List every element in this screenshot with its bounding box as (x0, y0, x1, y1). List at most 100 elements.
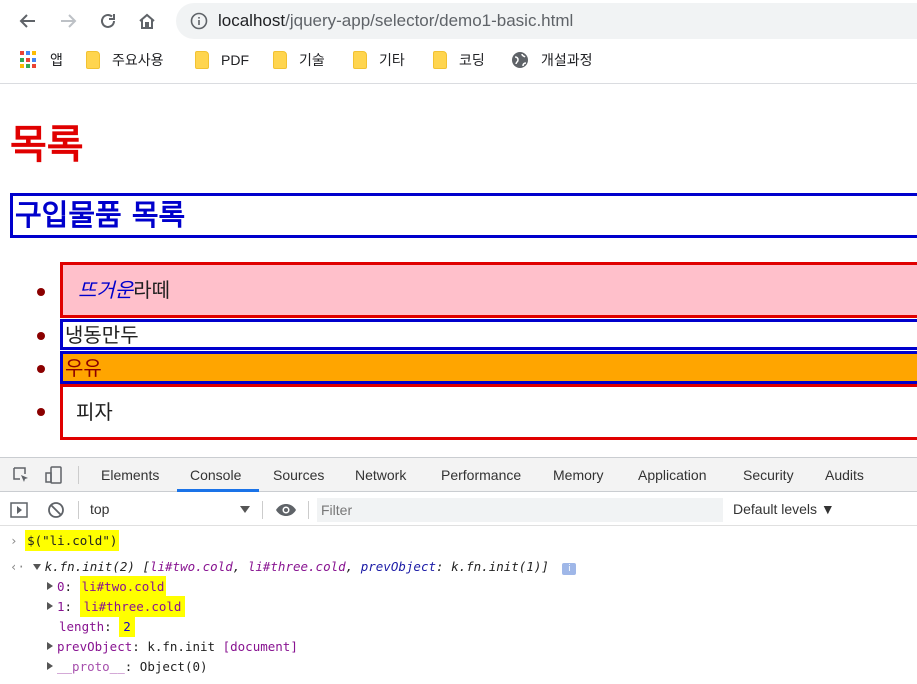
show-sidebar-icon[interactable] (10, 501, 28, 519)
expand-triangle-icon[interactable] (47, 642, 53, 650)
expand-triangle-icon[interactable] (47, 582, 53, 590)
browser-toolbar: localhost/jquery-app/selector/demo1-basi… (0, 0, 917, 42)
devtools-panel: Elements Console Sources Network Perform… (0, 457, 917, 684)
devtools-tabbar: Elements Console Sources Network Perform… (0, 458, 917, 492)
bookmarks-bar: 앱 주요사용 PDF 기술 기타 코딩 개설과정 (0, 44, 917, 76)
context-selector[interactable]: top (90, 501, 109, 517)
bookmark-folder[interactable]: 코딩 (433, 49, 485, 71)
item-text: 피자 (76, 400, 113, 424)
globe-icon (512, 52, 528, 68)
log-levels-dropdown[interactable]: Default levels ▼ (733, 501, 835, 517)
bookmark-link[interactable]: 개설과정 (511, 49, 593, 71)
arrow-left-icon (19, 14, 35, 28)
tree-entry: length: 2 (59, 616, 135, 637)
item-text: 냉동만두 (65, 323, 139, 347)
item-text: 우유 (65, 356, 102, 380)
bookmark-label: 코딩 (459, 52, 485, 68)
active-tab-indicator (177, 489, 259, 492)
inspect-element-icon[interactable] (12, 466, 30, 484)
tree-entry[interactable]: prevObject: k.fn.init [document] (47, 639, 298, 654)
expand-triangle-icon[interactable] (32, 564, 41, 570)
page-title: 목록 (10, 122, 84, 168)
bookmark-label: PDF (221, 52, 249, 68)
bookmark-folder[interactable]: 기타 (353, 49, 405, 71)
bullet-icon (37, 332, 45, 340)
forward-button[interactable] (53, 6, 83, 36)
tab-sources[interactable]: Sources (273, 467, 324, 483)
folder-icon (353, 51, 367, 69)
tab-performance[interactable]: Performance (441, 467, 521, 483)
bullet-icon (37, 408, 45, 416)
expand-triangle-icon[interactable] (47, 662, 53, 670)
bookmark-folder[interactable]: 기술 (273, 49, 325, 71)
entry-value: li#three.cold (79, 596, 186, 617)
bullet-icon (37, 365, 45, 373)
arrow-right-icon (61, 14, 77, 28)
entry-key: __proto__ (57, 659, 125, 674)
console-input-line: › $("li.cold") (10, 530, 120, 551)
tab-memory[interactable]: Memory (553, 467, 604, 483)
tab-console[interactable]: Console (190, 467, 241, 483)
list-heading: 구입물품 목록 (10, 193, 917, 238)
eye-icon[interactable] (275, 501, 297, 519)
preview-item: li#two.cold (149, 559, 233, 574)
info-badge-icon[interactable]: i (562, 563, 577, 575)
clear-console-icon[interactable] (47, 501, 65, 519)
list-item-cold: 우유 (60, 351, 917, 384)
home-icon (139, 13, 155, 29)
entry-value: li#two.cold (79, 576, 167, 597)
list-item-hot: 뜨거운라떼 (60, 262, 917, 318)
reload-icon (101, 13, 115, 28)
bookmark-label: 기타 (379, 52, 405, 68)
tab-elements[interactable]: Elements (101, 467, 159, 483)
console-toolbar: top Filter Default levels ▼ (0, 493, 917, 526)
bookmark-apps[interactable]: 앱 (20, 49, 63, 71)
toolbar-divider (308, 501, 309, 519)
prompt-icon: › (10, 533, 26, 548)
toolbar-divider (78, 466, 79, 484)
tab-audits[interactable]: Audits (825, 467, 864, 483)
console-result-line[interactable]: ‹· k.fn.init(2) [li#two.cold, li#three.c… (10, 559, 577, 575)
device-toolbar-icon[interactable] (45, 466, 63, 484)
filter-input[interactable]: Filter (317, 498, 723, 522)
tab-network[interactable]: Network (355, 467, 406, 483)
folder-icon (195, 51, 209, 69)
entry-key: 1 (57, 599, 65, 614)
console-command: $("li.cold") (25, 530, 120, 551)
apps-icon (20, 51, 38, 69)
toolbar-divider (262, 501, 263, 519)
address-bar[interactable]: localhost/jquery-app/selector/demo1-basi… (176, 3, 917, 39)
list-item-cold: 냉동만두 (60, 319, 917, 350)
console-output: › $("li.cold") ‹· k.fn.init(2) [li#two.c… (0, 527, 917, 684)
entry-key: 0 (57, 579, 65, 594)
info-icon[interactable] (190, 12, 208, 30)
item-text: 라떼 (133, 278, 171, 302)
tab-security[interactable]: Security (743, 467, 794, 483)
preview-key: prevObject (360, 559, 436, 574)
bookmark-label: 개설과정 (541, 52, 593, 68)
bookmark-folder[interactable]: PDF (195, 49, 249, 71)
toolbar-divider (0, 83, 917, 84)
bookmark-label: 주요사용 (112, 52, 164, 68)
entry-key: prevObject (57, 639, 133, 654)
result-arrow-icon: ‹· (10, 559, 26, 574)
entry-value: 2 (119, 616, 135, 637)
tab-application[interactable]: Application (638, 467, 707, 483)
bookmark-label: 앱 (50, 52, 63, 68)
result-type: k.fn.init(2) (44, 559, 135, 574)
preview-item: li#three.cold (247, 559, 346, 574)
reload-button[interactable] (93, 6, 123, 36)
bookmark-folder[interactable]: 주요사용 (86, 49, 164, 71)
preview-value: k.fn.init(1) (451, 559, 542, 574)
chevron-down-icon[interactable] (240, 506, 250, 513)
tree-entry[interactable]: __proto__: Object(0) (47, 659, 208, 674)
entry-detail: [document] (222, 639, 298, 654)
url-text: localhost/jquery-app/selector/demo1-basi… (218, 11, 573, 31)
expand-triangle-icon[interactable] (47, 602, 53, 610)
tree-entry[interactable]: 0: li#two.cold (47, 576, 167, 597)
tree-entry[interactable]: 1: li#three.cold (47, 596, 186, 617)
back-button[interactable] (13, 6, 43, 36)
home-button[interactable] (132, 6, 162, 36)
entry-value: k.fn.init (147, 639, 216, 654)
url-path: /jquery-app/selector/demo1-basic.html (285, 11, 574, 30)
